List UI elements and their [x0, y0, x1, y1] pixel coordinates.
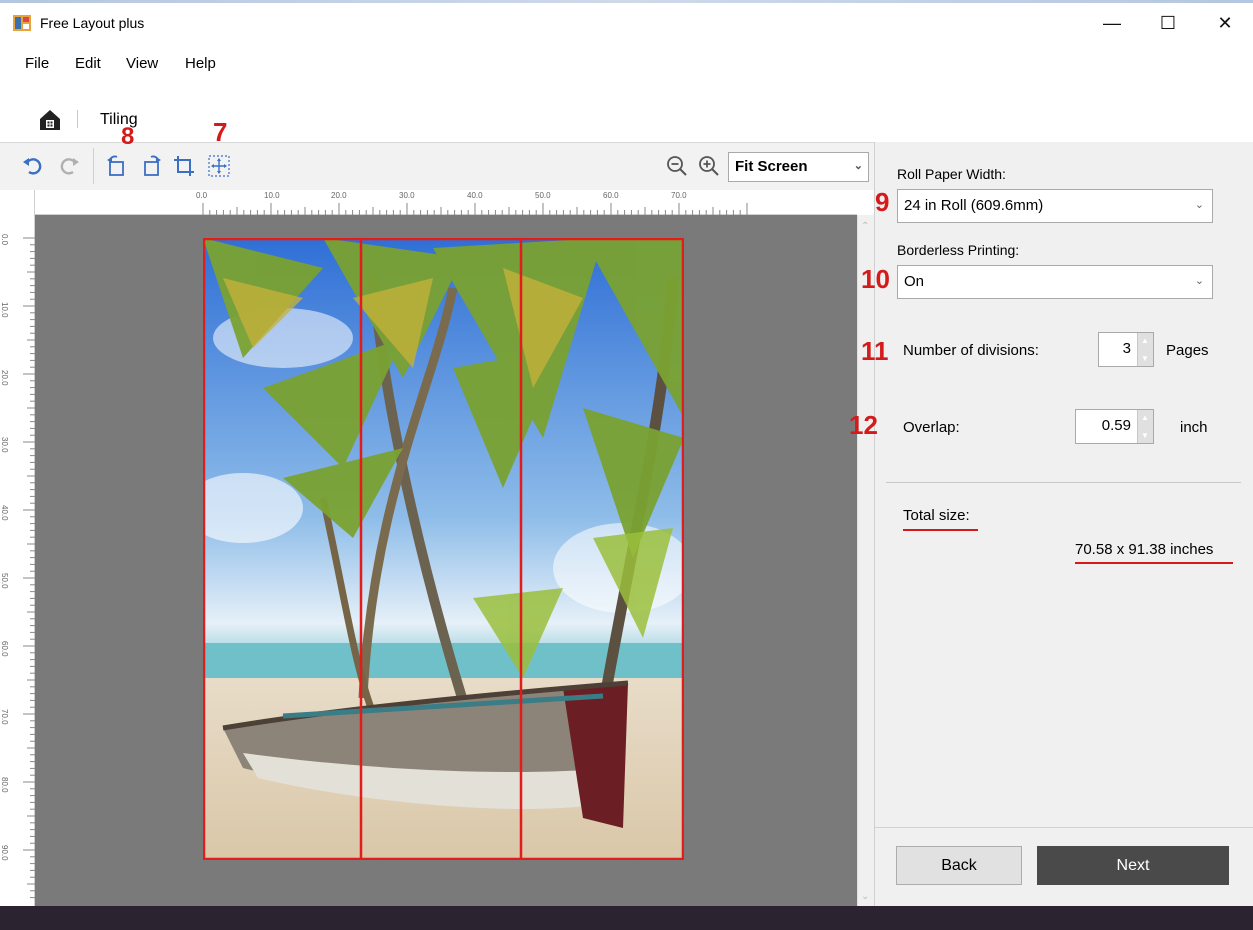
rotate-right-icon[interactable]: [140, 154, 164, 178]
next-button[interactable]: Next: [1037, 846, 1229, 885]
borderless-value: On: [904, 273, 925, 290]
fit-image-icon[interactable]: [207, 154, 231, 178]
ruler-left: 0.0 10.0 20.0 30.0 40.0 50.0 60.0 70.0 8…: [0, 190, 35, 906]
divisions-value: 3: [1122, 340, 1131, 357]
panel-divider: [886, 482, 1241, 483]
divisions-label: Number of divisions:: [903, 342, 1039, 359]
ruler-left-label: 60.0: [0, 641, 9, 657]
window-title: Free Layout plus: [40, 15, 145, 31]
callout-8: 8: [121, 123, 135, 150]
ruler-top: 0.0 10.0 20.0 30.0 40.0 50.0 60.0 70.0: [35, 190, 857, 215]
maximize-button[interactable]: ☐: [1148, 8, 1188, 38]
zoom-out-icon[interactable]: [665, 154, 689, 178]
crop-icon[interactable]: [172, 154, 196, 178]
divisions-unit: Pages: [1166, 342, 1209, 359]
ruler-top-label: 30.0: [399, 191, 415, 200]
menu-edit[interactable]: Edit: [75, 55, 101, 72]
ruler-left-label: 20.0: [0, 370, 9, 386]
ruler-top-label: 50.0: [535, 191, 551, 200]
chevron-down-icon: ⌄: [1194, 199, 1204, 211]
menu-file[interactable]: File: [25, 55, 49, 72]
overlap-label: Overlap:: [903, 419, 960, 436]
ruler-top-label: 60.0: [603, 191, 619, 200]
title-bar: [0, 0, 1253, 48]
callout-10: 10: [861, 264, 890, 294]
total-size-label: Total size:: [903, 507, 970, 524]
ruler-top-label: 10.0: [264, 191, 280, 200]
ruler-left-label: 40.0: [0, 505, 9, 521]
ruler-left-ticks: [23, 237, 35, 899]
spin-up-icon[interactable]: ▲: [1141, 413, 1149, 422]
ruler-top-ticks: [202, 203, 748, 215]
toolbar-separator: [93, 148, 94, 184]
ruler-top-label: 0.0: [196, 191, 208, 200]
overlap-unit: inch: [1180, 419, 1208, 436]
roll-width-select[interactable]: 24 in Roll (609.6mm) ⌄: [897, 189, 1213, 223]
ruler-left-label: 90.0: [0, 845, 9, 861]
minimize-button[interactable]: —: [1092, 8, 1132, 38]
overlap-spin-buttons[interactable]: ▲ ▼: [1137, 410, 1153, 443]
ruler-left-label: 10.0: [0, 302, 9, 318]
total-value-underline: [1075, 562, 1233, 564]
undo-icon[interactable]: [21, 154, 45, 178]
breadcrumb-separator: [77, 110, 78, 128]
borderless-select[interactable]: On ⌄: [897, 265, 1213, 299]
overlap-stepper[interactable]: 0.59 ▲ ▼: [1075, 409, 1154, 444]
scroll-down-icon[interactable]: ⌄: [861, 891, 869, 902]
zoom-select-value: Fit Screen: [735, 158, 808, 175]
button-area-divider: [874, 827, 1253, 828]
redo-icon: [60, 158, 79, 175]
ruler-left-label: 80.0: [0, 777, 9, 793]
divisions-spin-buttons[interactable]: ▲ ▼: [1137, 333, 1153, 366]
ruler-left-label: 30.0: [0, 437, 9, 453]
roll-width-value: 24 in Roll (609.6mm): [904, 197, 1044, 214]
overlap-value: 0.59: [1101, 417, 1131, 434]
spin-down-icon[interactable]: ▼: [1141, 354, 1149, 363]
callout-7: 7: [213, 117, 228, 147]
ruler-top-label: 70.0: [671, 191, 687, 200]
total-label-underline: [903, 529, 978, 531]
home-icon[interactable]: [38, 108, 62, 132]
ruler-left-label: 70.0: [0, 709, 9, 725]
borderless-label: Borderless Printing:: [897, 242, 1020, 258]
roll-width-label: Roll Paper Width:: [897, 166, 1006, 182]
ruler-top-label: 40.0: [467, 191, 483, 200]
vertical-scrollbar[interactable]: ⌃ ⌄: [857, 215, 874, 906]
spin-up-icon[interactable]: ▲: [1141, 336, 1149, 345]
back-button[interactable]: Back: [896, 846, 1022, 885]
callout-9: 9: [875, 187, 890, 217]
menu-view[interactable]: View: [126, 55, 158, 72]
ruler-left-label: 0.0: [0, 234, 9, 246]
close-button[interactable]: ✕: [1205, 8, 1245, 38]
ruler-top-label: 20.0: [331, 191, 347, 200]
rotate-left-icon[interactable]: [104, 154, 128, 178]
callout-11: 11: [861, 336, 889, 366]
total-size-value: 70.58 x 91.38 inches: [1075, 541, 1214, 558]
scroll-up-icon[interactable]: ⌃: [861, 221, 869, 232]
zoom-in-icon[interactable]: [697, 154, 721, 178]
chevron-down-icon: ⌄: [1194, 275, 1204, 287]
taskbar: [0, 906, 1253, 930]
callout-12: 12: [849, 410, 878, 440]
zoom-select[interactable]: Fit Screen ⌄: [728, 152, 869, 182]
ruler-left-label: 50.0: [0, 573, 9, 589]
app-icon: [13, 15, 31, 31]
tiled-photo-preview[interactable]: [203, 238, 684, 860]
spin-down-icon[interactable]: ▼: [1141, 431, 1149, 440]
chevron-down-icon: ⌄: [853, 160, 863, 172]
divisions-stepper[interactable]: 3 ▲ ▼: [1098, 332, 1154, 367]
menu-help[interactable]: Help: [185, 55, 216, 72]
